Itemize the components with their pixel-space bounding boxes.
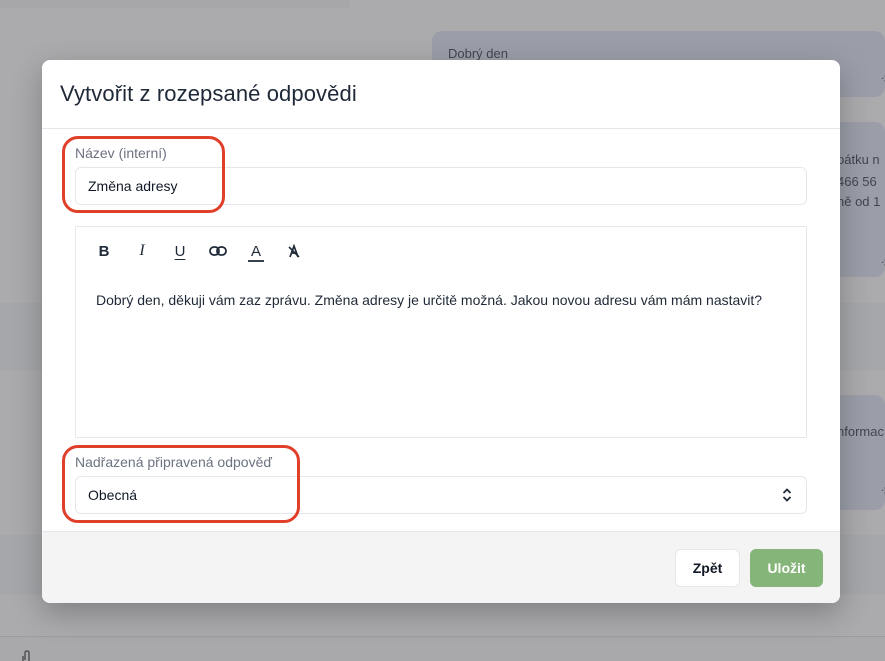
modal-footer: Zpět Uložit (42, 531, 840, 603)
editor-content[interactable]: Dobrý den, děkuji vám zaz zprávu. Změna … (96, 289, 786, 312)
create-from-draft-modal: Vytvořit z rozepsané odpovědi Název (int… (42, 60, 840, 603)
bold-button[interactable]: B (90, 239, 118, 263)
parent-reply-label: Nadřazená připravená odpověď (75, 454, 272, 470)
chevron-up-down-icon (782, 488, 792, 502)
back-button[interactable]: Zpět (675, 549, 740, 587)
text-color-glyph: A (250, 242, 261, 260)
modal-header: Vytvořit z rozepsané odpovědi (42, 60, 840, 129)
name-field-label: Název (interní) (75, 145, 167, 161)
text-color-button[interactable]: A (242, 239, 270, 263)
underline-button[interactable]: U (166, 239, 194, 263)
italic-button[interactable]: I (128, 239, 156, 263)
text-color-swatch (248, 260, 264, 262)
save-button[interactable]: Uložit (750, 549, 823, 587)
clear-format-button[interactable] (280, 239, 308, 263)
clear-format-icon (288, 244, 300, 258)
name-input[interactable] (75, 167, 807, 205)
link-button[interactable] (204, 239, 232, 263)
parent-reply-selected: Obecná (88, 487, 138, 503)
rich-text-editor: B I U A Dobrý den, děkuji vám zaz zprávu (75, 226, 807, 438)
modal-title: Vytvořit z rozepsané odpovědi (60, 81, 357, 106)
parent-reply-select[interactable]: Obecná (75, 476, 807, 514)
editor-toolbar: B I U A (90, 239, 308, 263)
link-icon (209, 246, 227, 256)
